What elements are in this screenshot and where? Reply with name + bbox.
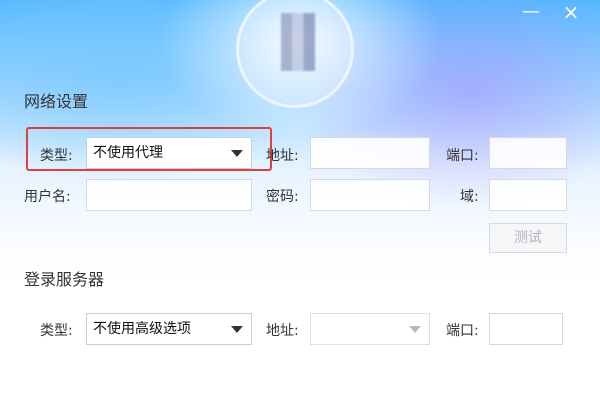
proxy-port-label: 端口: bbox=[446, 148, 479, 164]
network-settings-window: — × 网络设置 类型: 不使用代理 地址: 端口: 用户名: 密码: 域: 测… bbox=[0, 0, 600, 400]
login-type-select[interactable]: 不使用高级选项 bbox=[86, 313, 252, 345]
proxy-port-input[interactable] bbox=[489, 137, 567, 169]
login-port-label: 端口: bbox=[446, 323, 479, 339]
username-label: 用户名: bbox=[24, 189, 71, 205]
domain-label: 域: bbox=[460, 189, 479, 205]
login-address-label: 地址: bbox=[266, 323, 299, 339]
login-address-select[interactable] bbox=[310, 313, 430, 345]
avatar bbox=[236, 0, 354, 108]
username-input[interactable] bbox=[86, 179, 252, 211]
network-settings-title: 网络设置 bbox=[24, 92, 89, 111]
password-label: 密码: bbox=[266, 189, 299, 205]
test-button[interactable]: 测试 bbox=[489, 223, 567, 253]
login-type-label: 类型: bbox=[40, 323, 73, 339]
chevron-down-icon bbox=[231, 326, 243, 333]
close-icon[interactable]: × bbox=[560, 2, 582, 24]
avatar-mosaic bbox=[281, 13, 315, 71]
domain-input[interactable] bbox=[489, 179, 567, 211]
highlight-box bbox=[26, 127, 272, 171]
login-type-value: 不使用高级选项 bbox=[93, 321, 191, 337]
chevron-down-icon bbox=[409, 326, 421, 333]
proxy-address-label: 地址: bbox=[266, 148, 299, 164]
minimize-icon[interactable]: — bbox=[520, 2, 542, 24]
login-port-input[interactable] bbox=[489, 313, 563, 345]
password-input[interactable] bbox=[310, 179, 430, 211]
proxy-address-input[interactable] bbox=[310, 137, 430, 169]
login-server-title: 登录服务器 bbox=[24, 270, 105, 289]
